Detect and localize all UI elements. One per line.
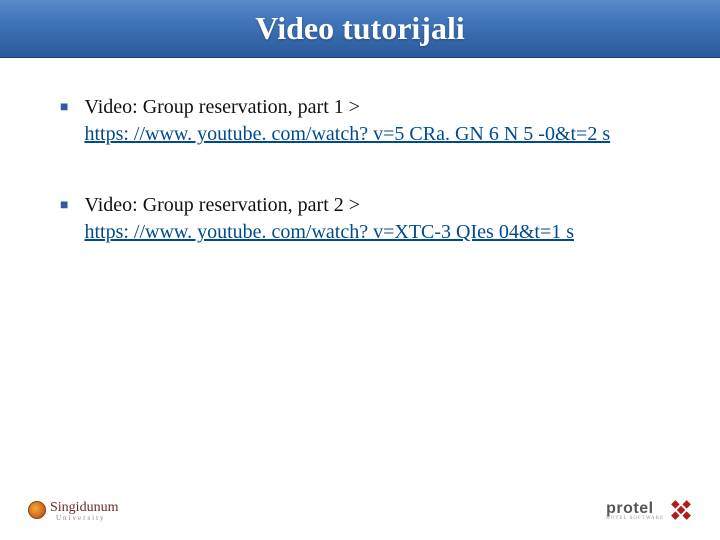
footer: Singidunum University protel HOTEL SOFTW… [0, 490, 720, 530]
logo-left-name: Singidunum [50, 500, 118, 515]
bullet-item: ■ Video: Group reservation, part 1 > htt… [60, 94, 672, 148]
video-link[interactable]: https: //www. youtube. com/watch? v=XTC-… [84, 221, 574, 243]
emblem-icon [28, 501, 46, 519]
logo-singidunum: Singidunum University [28, 498, 118, 522]
logo-right-textblock: protel HOTEL SOFTWARE [606, 500, 664, 521]
bullet-lead-text: Video: Group reservation, part 1 > [84, 96, 360, 118]
bullet-body: Video: Group reservation, part 1 > https… [84, 94, 610, 148]
title-bar: Video tutorijali [0, 0, 720, 58]
content-area: ■ Video: Group reservation, part 1 > htt… [0, 58, 720, 540]
bullet-marker-icon: ■ [60, 198, 68, 214]
logo-protel: protel HOTEL SOFTWARE [606, 499, 692, 521]
slide-title: Video tutorijali [255, 10, 464, 47]
bullet-marker-icon: ■ [60, 100, 68, 116]
bullet-body: Video: Group reservation, part 2 > https… [84, 192, 574, 246]
logo-right-name: protel [606, 500, 653, 517]
bullet-item: ■ Video: Group reservation, part 2 > htt… [60, 192, 672, 246]
bullet-lead-text: Video: Group reservation, part 2 > [84, 194, 360, 216]
slide: Video tutorijali ■ Video: Group reservat… [0, 0, 720, 540]
logo-left-textblock: Singidunum University [50, 498, 118, 522]
logo-left-sub: University [56, 514, 118, 522]
video-link[interactable]: https: //www. youtube. com/watch? v=5 CR… [84, 123, 610, 145]
logo-right-sub: HOTEL SOFTWARE [606, 516, 664, 521]
diamond-dots-icon [665, 494, 696, 525]
